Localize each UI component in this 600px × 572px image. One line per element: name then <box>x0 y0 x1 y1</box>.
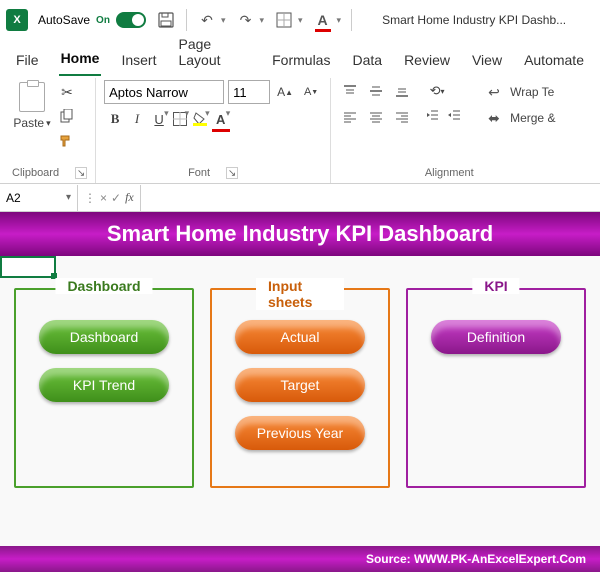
confirm-edit-icon[interactable]: ✓ <box>111 191 121 205</box>
align-top-icon[interactable] <box>339 80 361 102</box>
btn-previous-year[interactable]: Previous Year <box>235 416 365 450</box>
bold-button[interactable]: B <box>104 108 126 130</box>
merge-icon: ⬌ <box>488 110 506 127</box>
paste-dropdown-icon[interactable]: ▾ <box>46 118 51 129</box>
qat-separator <box>186 9 187 31</box>
clipboard-launcher-icon[interactable]: ↘ <box>75 167 87 179</box>
banner-title: Smart Home Industry KPI Dashboard <box>107 221 493 247</box>
increase-indent-icon[interactable] <box>443 104 465 126</box>
title-bar: X AutoSave On ↶ ▾ ↷ ▾ ▾ A ▾ Smart Home Indu… <box>0 0 600 40</box>
footer-source: Source: WWW.PK-AnExcelExpert.Com <box>366 552 586 566</box>
borders-dropdown-icon[interactable]: ▾ <box>298 15 303 26</box>
ribbon-tabs: File Home Insert Page Layout Formulas Da… <box>0 40 600 76</box>
fontcolor-dropdown-icon[interactable]: ▾ <box>337 15 342 26</box>
document-title: Smart Home Industry KPI Dashb... <box>382 13 566 27</box>
increase-font-icon[interactable]: A▲ <box>274 81 296 103</box>
decrease-indent-icon[interactable] <box>421 104 443 126</box>
merge-button[interactable]: ⬌ Merge & <box>484 106 559 130</box>
namebox-more-icon[interactable]: ⋮ <box>84 191 96 205</box>
tab-pagelayout[interactable]: Page Layout <box>176 30 252 76</box>
align-middle-icon[interactable] <box>365 80 387 102</box>
tab-data[interactable]: Data <box>350 46 384 76</box>
formula-input[interactable] <box>141 185 600 211</box>
btn-definition[interactable]: Definition <box>431 320 561 354</box>
wrap-text-label: Wrap Te <box>510 85 554 99</box>
redo-icon[interactable]: ↷ <box>235 10 255 30</box>
ribbon: Paste▾ ✂ Clipboard ↘ A▲ A▼ <box>0 76 600 184</box>
btn-target[interactable]: Target <box>235 368 365 402</box>
alignment-group-label: Alignment <box>425 167 474 179</box>
tab-home[interactable]: Home <box>59 44 102 76</box>
worksheet-area: Smart Home Industry KPI Dashboard Dashbo… <box>0 212 600 572</box>
font-color-button[interactable]: A <box>210 108 232 130</box>
cell-reference: A2 <box>6 191 21 205</box>
align-center-icon[interactable] <box>365 106 387 128</box>
merge-label: Merge & <box>510 111 555 125</box>
autosave-control[interactable]: AutoSave On <box>38 12 146 28</box>
panel-dashboard: Dashboard Dashboard KPI Trend <box>14 288 194 488</box>
btn-kpi-trend[interactable]: KPI Trend <box>39 368 169 402</box>
dashboard-footer: Source: WWW.PK-AnExcelExpert.Com <box>0 546 600 572</box>
undo-dropdown-icon[interactable]: ▾ <box>221 15 226 26</box>
autosave-toggle-icon[interactable] <box>116 12 146 28</box>
align-right-icon[interactable] <box>391 106 413 128</box>
dashboard-banner: Smart Home Industry KPI Dashboard <box>0 212 600 256</box>
fx-icon[interactable]: fx <box>125 190 134 205</box>
btn-dashboard[interactable]: Dashboard <box>39 320 169 354</box>
wrap-text-button[interactable]: ↩ Wrap Te <box>484 80 559 104</box>
font-launcher-icon[interactable]: ↘ <box>226 167 238 179</box>
tab-view[interactable]: View <box>470 46 504 76</box>
tab-review[interactable]: Review <box>402 46 452 76</box>
align-left-icon[interactable] <box>339 106 361 128</box>
autosave-state: On <box>96 15 110 26</box>
btn-actual[interactable]: Actual <box>235 320 365 354</box>
qat-separator2 <box>351 9 352 31</box>
panel-kpi: KPI Definition <box>406 288 586 488</box>
clipboard-group-label: Clipboard <box>12 167 59 179</box>
panel-dashboard-title: Dashboard <box>55 278 152 294</box>
redo-dropdown-icon[interactable]: ▾ <box>259 15 264 26</box>
borders-quick-icon[interactable] <box>274 10 294 30</box>
cut-icon[interactable]: ✂ <box>54 80 80 104</box>
paste-button[interactable]: Paste▾ <box>12 80 52 130</box>
font-color-quick-icon[interactable]: A <box>313 10 333 30</box>
clipboard-icon <box>19 82 45 112</box>
excel-logo-icon: X <box>6 9 28 31</box>
wrap-text-icon: ↩ <box>488 84 506 101</box>
font-group-label: Font <box>188 167 210 179</box>
cancel-edit-icon[interactable]: × <box>100 191 107 205</box>
group-font: A▲ A▼ B I U▾ ▾ ▾ A▾ Font ↘ <box>96 78 331 183</box>
tab-insert[interactable]: Insert <box>119 46 158 76</box>
align-bottom-icon[interactable] <box>391 80 413 102</box>
save-icon[interactable] <box>156 10 176 30</box>
autosave-label: AutoSave <box>38 13 90 27</box>
tab-formulas[interactable]: Formulas <box>270 46 332 76</box>
copy-icon[interactable] <box>54 104 80 128</box>
formula-bar: A2 ⋮ × ✓ fx <box>0 184 600 212</box>
panel-input-sheets: Input sheets Actual Target Previous Year <box>210 288 390 488</box>
paste-label: Paste <box>13 116 44 130</box>
panel-kpi-title: KPI <box>472 278 519 294</box>
group-alignment: ⟲▾ ↩ Wrap Te ⬌ Merge & Alignment <box>331 78 567 183</box>
font-name-select[interactable] <box>104 80 224 104</box>
underline-dropdown-icon[interactable]: ▾ <box>164 108 169 130</box>
group-clipboard: Paste▾ ✂ Clipboard ↘ <box>4 78 96 183</box>
undo-icon[interactable]: ↶ <box>197 10 217 30</box>
decrease-font-icon[interactable]: A▼ <box>300 81 322 103</box>
format-painter-icon[interactable] <box>54 128 80 152</box>
tab-file[interactable]: File <box>14 46 41 76</box>
selected-cell-indicator[interactable] <box>0 256 56 278</box>
font-size-select[interactable] <box>228 80 270 104</box>
name-box[interactable]: A2 <box>0 185 78 211</box>
italic-button[interactable]: I <box>126 108 148 130</box>
orientation-icon[interactable]: ⟲▾ <box>421 80 453 102</box>
panel-inputs-title: Input sheets <box>256 278 344 310</box>
tab-automate[interactable]: Automate <box>522 46 586 76</box>
